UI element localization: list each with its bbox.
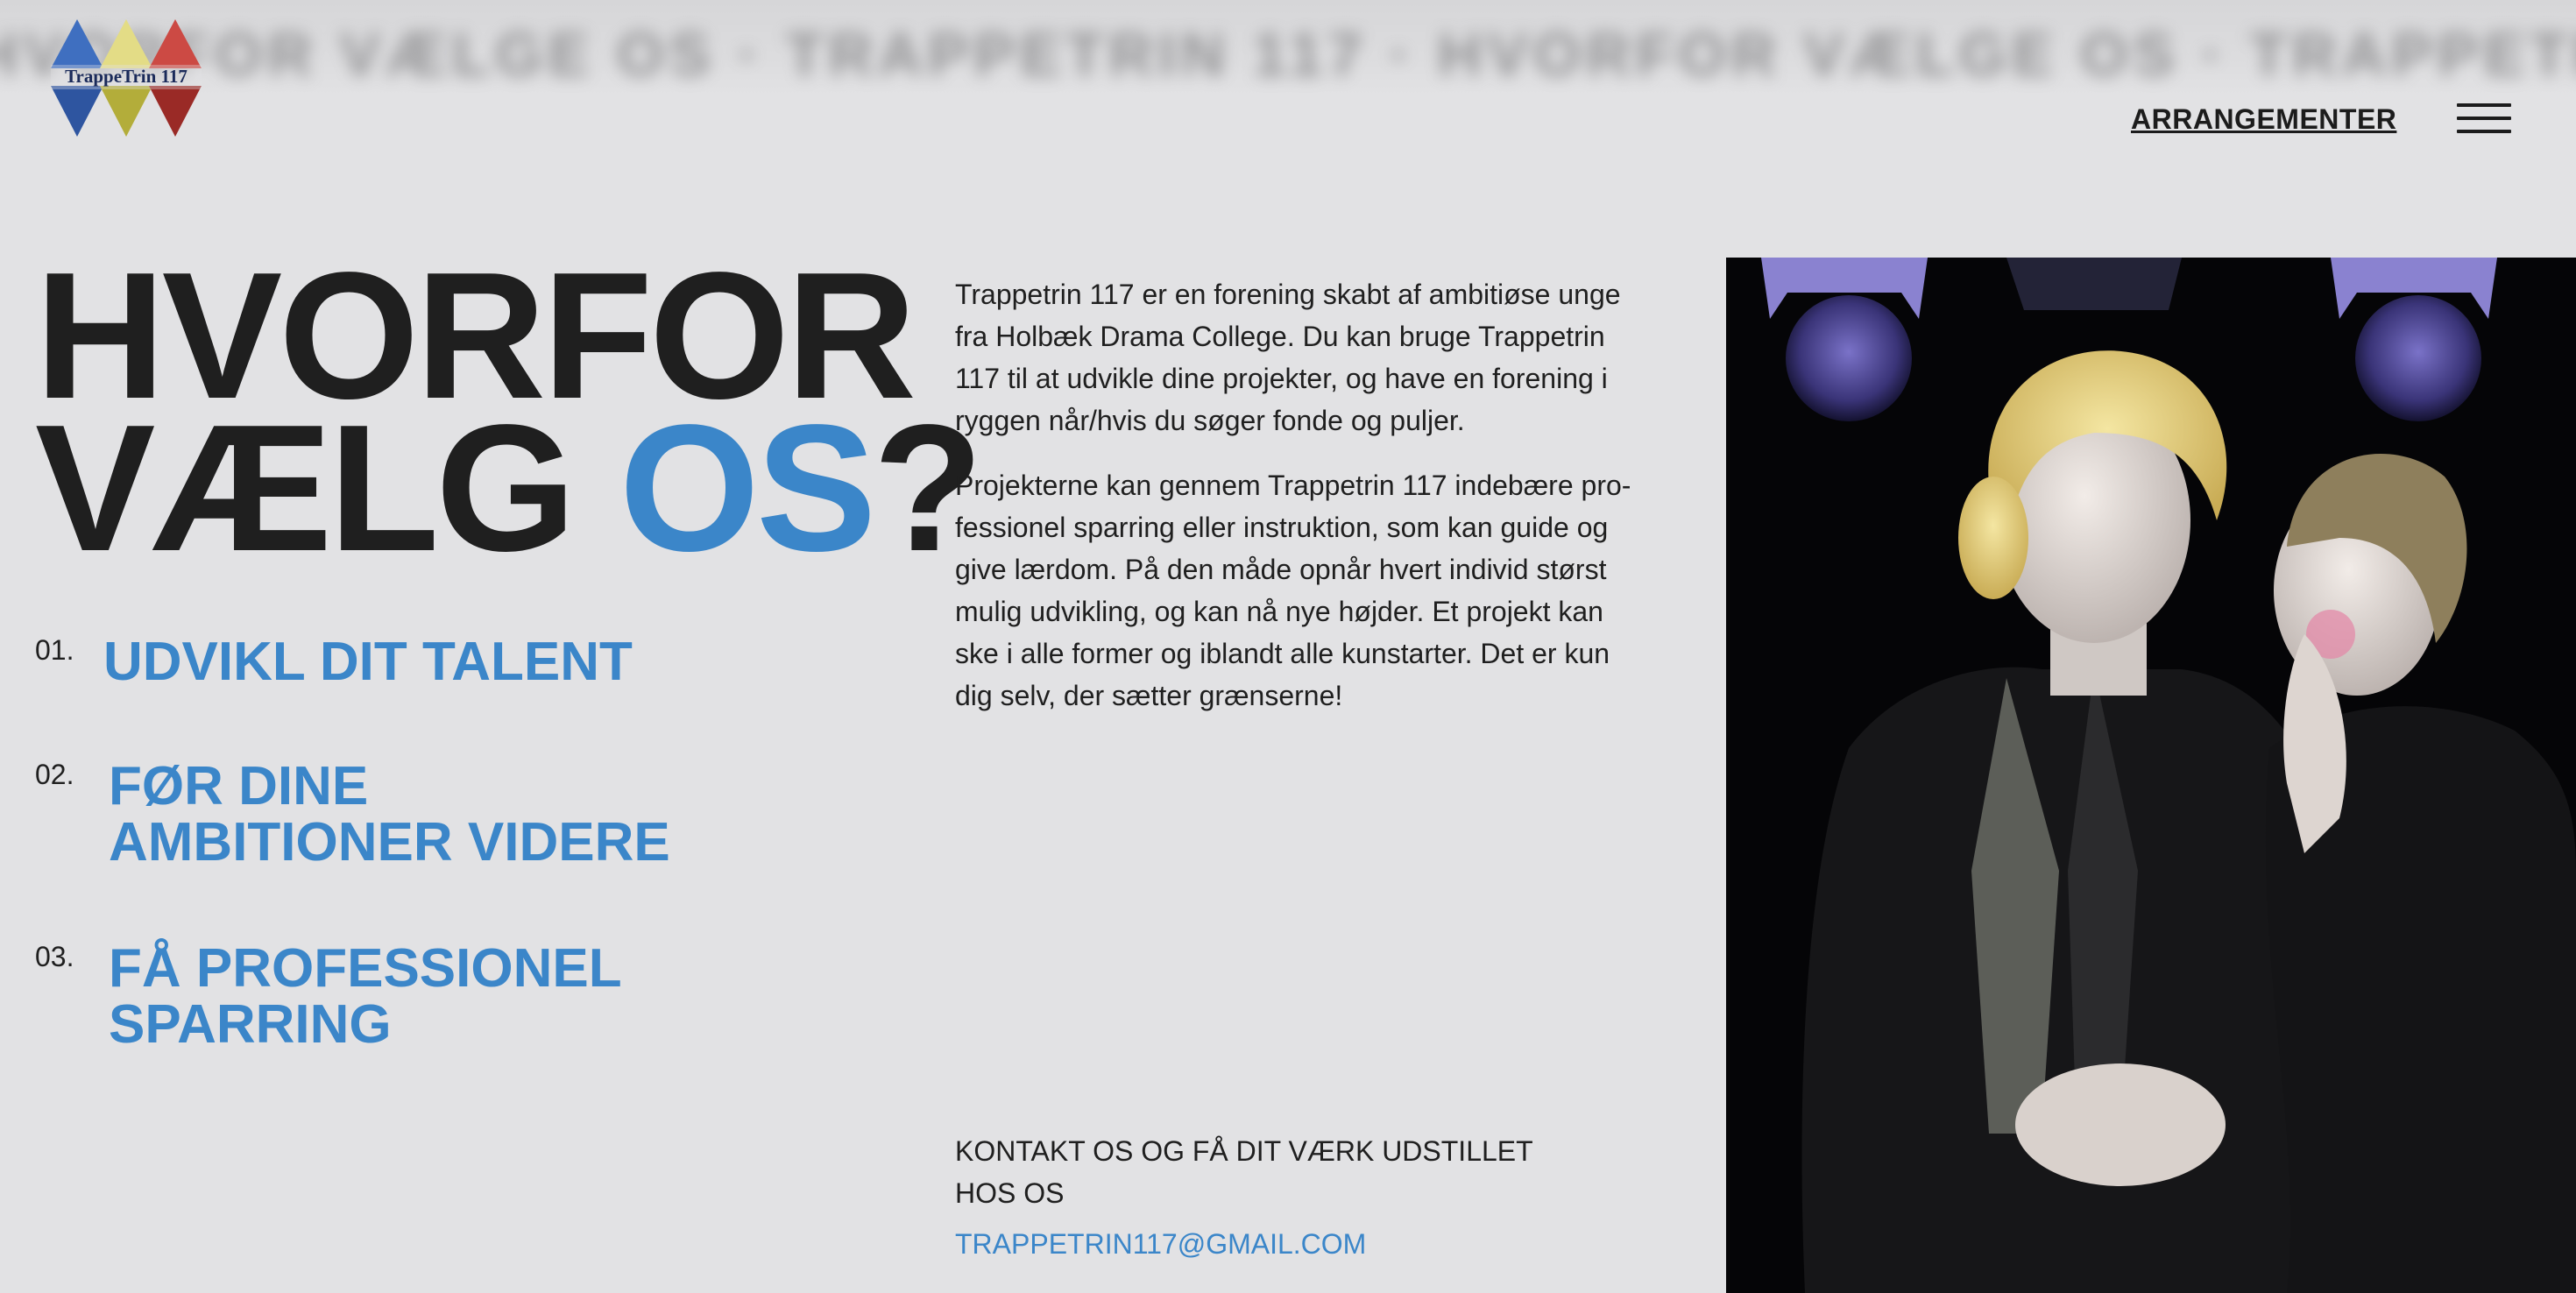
reason-title-line2: AMBITIONER VIDERE: [109, 812, 670, 873]
site-logo[interactable]: TrappeTrin 117: [51, 19, 202, 137]
scrolling-banner: HVORFOR VÆLGE OS · TRAPPETRIN 117 · HVOR…: [0, 0, 2576, 96]
nav-arrangementer[interactable]: ARRANGEMENTER: [2131, 103, 2396, 136]
headline-line2-prefix: VÆLG: [35, 387, 619, 589]
intro-line: Projekterne kan gennem Trappetrin 117 in…: [955, 470, 1631, 501]
burger-line: [2457, 103, 2511, 107]
intro-paragraph-1: Trappetrin 117 er en forening skabt af a…: [955, 273, 1656, 442]
logo-triangles-icon: TrappeTrin 117: [51, 19, 202, 137]
contact-line2: HOS OS: [955, 1177, 1065, 1209]
stage-lamp: [2006, 258, 2182, 310]
intro-line: dig selv, der sætter grænserne!: [955, 680, 1343, 711]
headline-accent: OS: [619, 387, 877, 589]
intro-line: fessionel sparring eller instruktion, so…: [955, 512, 1609, 543]
intro-line: ske i alle former og iblandt alle kunsta…: [955, 638, 1610, 669]
intro-line: mulig udvikling, og kan nå nye højder. E…: [955, 596, 1603, 627]
page-headline: HVORFOR VÆLG OS?: [35, 245, 983, 578]
intro-paragraph-2: Projekterne kan gennem Trappetrin 117 in…: [955, 464, 1656, 717]
reason-number: 02.: [35, 759, 74, 790]
email-link[interactable]: TRAPPETRIN117@GMAIL.COM: [955, 1228, 1366, 1261]
burger-line: [2457, 130, 2511, 133]
reason-title-line2: SPARRING: [109, 994, 392, 1055]
logo-text: TrappeTrin 117: [65, 66, 188, 87]
intro-text: Trappetrin 117 er en forening skabt af a…: [955, 273, 1656, 739]
burger-line: [2457, 117, 2511, 120]
reason-title-line1: FØR DINE: [109, 756, 369, 816]
intro-line: Trappetrin 117 er en forening skabt af a…: [955, 279, 1621, 310]
reason-title: UDVIKL DIT TALENT: [103, 634, 633, 690]
hamburger-menu-icon[interactable]: [2457, 103, 2511, 137]
theatre-photo-illustration: [1726, 258, 2576, 1293]
intro-line: fra Holbæk Drama College. Du kan bruge T…: [955, 321, 1605, 352]
intro-line: give lærdom. På den måde opnår hvert ind…: [955, 554, 1607, 585]
reason-number: 01.: [35, 634, 74, 666]
intro-line: ryggen når/hvis du søger fonde og puljer…: [955, 405, 1465, 436]
reason-title-line1: UDVIKL DIT TALENT: [103, 632, 633, 692]
contact-line1: KONTAKT OS OG FÅ DIT VÆRK UDSTILLET: [955, 1135, 1533, 1167]
contact-prompt: KONTAKT OS OG FÅ DIT VÆRK UDSTILLET HOS …: [955, 1130, 1533, 1214]
theatre-photo: [1726, 258, 2576, 1293]
reason-number: 03.: [35, 941, 74, 972]
reason-title: FÅ PROFESSIONEL SPARRING: [109, 941, 622, 1053]
banner-text: HVORFOR VÆLGE OS · TRAPPETRIN 117 · HVOR…: [0, 20, 2576, 88]
intro-line: 117 til at udvikle dine projekter, og ha…: [955, 363, 1608, 394]
reason-title: FØR DINE AMBITIONER VIDERE: [109, 759, 670, 871]
reason-title-line1: FÅ PROFESSIONEL: [109, 938, 622, 999]
